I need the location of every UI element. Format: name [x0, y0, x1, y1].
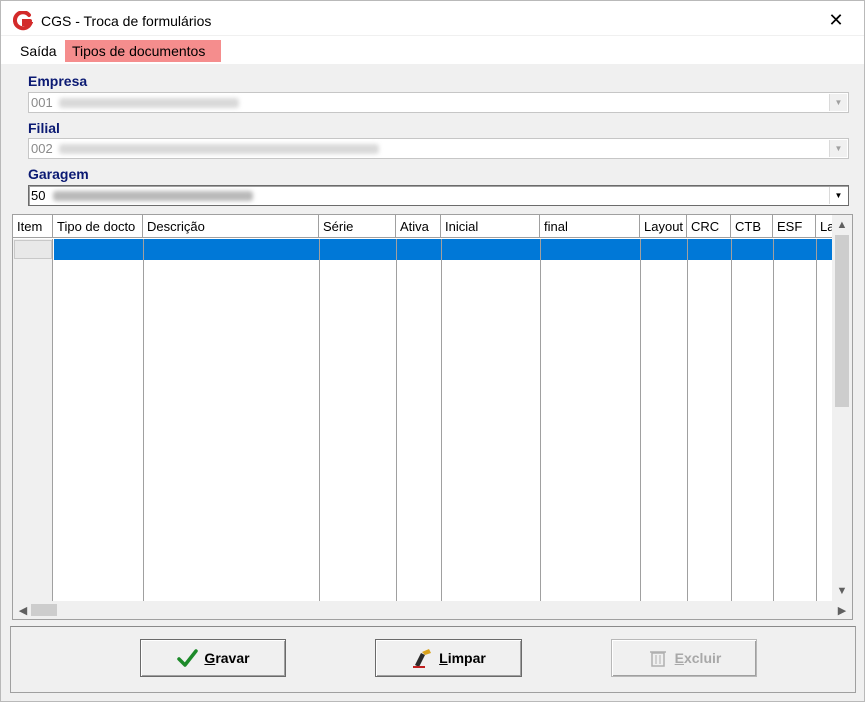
- column-header-la[interactable]: La: [816, 215, 833, 238]
- empresa-combo[interactable]: 001 ▼: [28, 92, 849, 113]
- empresa-value: 001: [31, 95, 53, 110]
- scroll-up-icon[interactable]: ▲: [832, 215, 852, 235]
- empresa-label: Empresa: [28, 73, 88, 89]
- column-header-crc[interactable]: CRC: [687, 215, 731, 238]
- selected-row[interactable]: [54, 239, 833, 260]
- column-header-ativa[interactable]: Ativa: [396, 215, 441, 238]
- column-divider: [319, 239, 320, 601]
- horizontal-scrollbar[interactable]: ◀ ▶: [13, 601, 852, 619]
- scroll-down-icon[interactable]: ▼: [832, 581, 852, 601]
- menu-item-tipos-de-documentos[interactable]: Tipos de documentos: [65, 40, 222, 62]
- menu-bar: Saída Tipos de documentos: [1, 36, 864, 64]
- column-divider: [441, 239, 442, 601]
- column-header-inicial[interactable]: Inicial: [441, 215, 540, 238]
- filial-value: 002: [31, 141, 53, 156]
- column-divider: [143, 239, 144, 601]
- column-header-descricao[interactable]: Descrição: [143, 215, 319, 238]
- gravar-label: Gravar: [204, 650, 250, 666]
- redacted-text: [59, 98, 239, 108]
- horizontal-scroll-thumb[interactable]: [31, 604, 57, 616]
- trash-icon: [649, 651, 666, 667]
- column-header-layout[interactable]: Layout: [640, 215, 687, 238]
- window-title: CGS - Troca de formulários: [41, 13, 212, 29]
- column-divider: [731, 239, 732, 601]
- garagem-value: 50: [31, 188, 46, 203]
- garagem-combo[interactable]: 50 ▼: [28, 185, 849, 206]
- grid-body: [13, 239, 833, 601]
- column-divider: [640, 239, 641, 601]
- vertical-scrollbar[interactable]: ▲ ▼: [832, 215, 852, 601]
- garagem-dropdown-button[interactable]: ▼: [829, 187, 847, 204]
- eraser-icon: [413, 649, 432, 668]
- excluir-label: Excluir: [674, 650, 722, 666]
- column-divider: [816, 239, 817, 601]
- main-window: CGS - Troca de formulários ✕ Saída Tipos…: [0, 0, 865, 702]
- scroll-left-icon[interactable]: ◀: [13, 600, 33, 620]
- column-header-esf[interactable]: ESF: [773, 215, 816, 238]
- column-header-serie[interactable]: Série: [319, 215, 396, 238]
- filial-combo[interactable]: 002 ▼: [28, 138, 849, 159]
- checkmark-icon: [177, 649, 199, 667]
- column-header-item[interactable]: Item: [13, 215, 53, 238]
- gravar-button[interactable]: Gravar: [140, 639, 286, 677]
- filial-label: Filial: [28, 120, 60, 136]
- empresa-dropdown-button[interactable]: ▼: [829, 94, 847, 111]
- close-icon: ✕: [828, 9, 844, 30]
- grid-header: Item Tipo de docto Descrição Série Ativa…: [13, 215, 833, 238]
- excluir-button[interactable]: Excluir: [611, 639, 757, 677]
- vertical-scroll-thumb[interactable]: [835, 235, 849, 407]
- column-divider: [540, 239, 541, 601]
- cgs-logo-icon: [13, 11, 33, 31]
- filial-dropdown-button[interactable]: ▼: [829, 140, 847, 157]
- redacted-text: [59, 144, 379, 154]
- documents-grid[interactable]: Item Tipo de docto Descrição Série Ativa…: [12, 214, 853, 620]
- close-button[interactable]: ✕: [816, 5, 856, 35]
- redacted-text: [53, 191, 253, 201]
- column-divider: [687, 239, 688, 601]
- limpar-button[interactable]: Limpar: [375, 639, 522, 677]
- column-header-ctb[interactable]: CTB: [731, 215, 773, 238]
- column-header-final[interactable]: final: [540, 215, 640, 238]
- menu-item-saida[interactable]: Saída: [14, 40, 63, 62]
- row-indicator-column: [13, 239, 53, 601]
- title-bar: CGS - Troca de formulários ✕: [1, 1, 864, 35]
- limpar-label: Limpar: [439, 650, 486, 666]
- column-divider: [773, 239, 774, 601]
- garagem-label: Garagem: [28, 166, 89, 182]
- scroll-right-icon[interactable]: ▶: [832, 600, 852, 620]
- column-divider: [396, 239, 397, 601]
- column-header-tipo-de-docto[interactable]: Tipo de docto: [53, 215, 143, 238]
- row-indicator[interactable]: [14, 240, 52, 259]
